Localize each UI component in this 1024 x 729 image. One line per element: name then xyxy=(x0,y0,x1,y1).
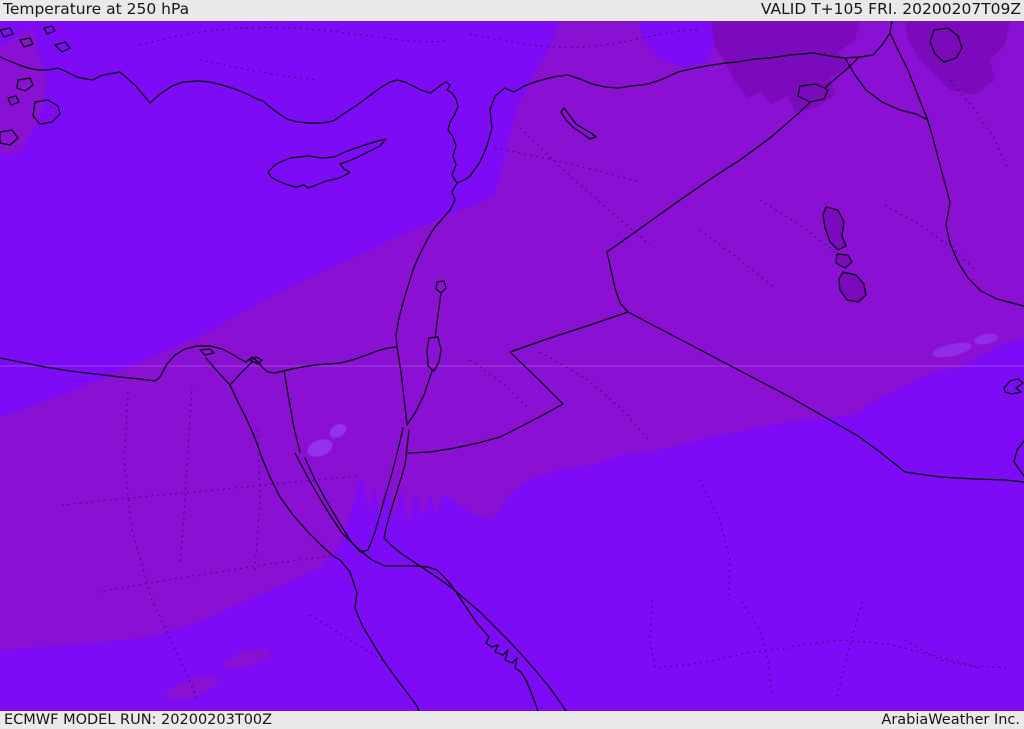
provider-credit: ArabiaWeather Inc. xyxy=(881,711,1020,728)
map-canvas xyxy=(0,21,1024,711)
model-run-label: ECMWF MODEL RUN: 20200203T00Z xyxy=(4,711,273,728)
valid-time-label: VALID T+105 FRI. 20200207T09Z xyxy=(760,0,1021,18)
page-title: Temperature at 250 hPa xyxy=(3,0,190,18)
footer-bar: ECMWF MODEL RUN: 20200203T00Z ArabiaWeat… xyxy=(0,711,1024,729)
weather-map-screenshot: Temperature at 250 hPa VALID T+105 FRI. … xyxy=(0,0,1024,729)
header-bar: Temperature at 250 hPa VALID T+105 FRI. … xyxy=(0,0,1024,21)
